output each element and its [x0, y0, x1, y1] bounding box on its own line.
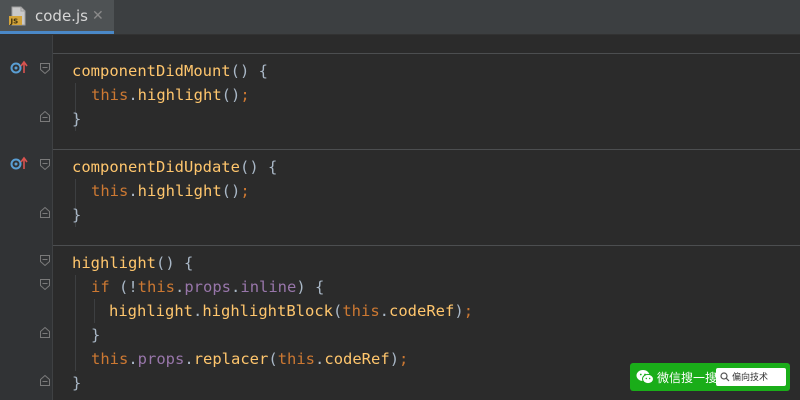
method-separator	[53, 245, 800, 246]
code-token: )	[389, 350, 400, 368]
code-line[interactable]: }	[72, 203, 81, 227]
code-token: highlightBlock	[202, 302, 333, 320]
code-token: }	[91, 326, 101, 344]
code-token: replacer	[193, 350, 269, 368]
code-token: this	[277, 350, 316, 368]
code-token: this	[91, 86, 129, 104]
code-token: }	[72, 374, 82, 392]
watermark-label: 微信搜一搜	[657, 371, 718, 385]
code-token: () {	[156, 254, 194, 272]
fold-collapse-icon[interactable]	[40, 159, 50, 170]
code-line[interactable]: componentDidMount() {	[72, 59, 268, 83]
code-token: this	[342, 302, 380, 320]
code-token: ()	[221, 86, 241, 104]
code-token: ;	[240, 182, 250, 200]
code-token: highlight	[137, 182, 222, 200]
code-token: this	[91, 350, 129, 368]
svg-text:JS: JS	[10, 18, 19, 26]
code-line[interactable]: }	[91, 323, 100, 347]
code-token: inline	[240, 278, 297, 296]
fold-end-icon[interactable]	[40, 375, 50, 386]
code-line[interactable]: this.highlight();	[91, 83, 250, 107]
code-token: )	[454, 302, 464, 320]
code-token: componentDidMount	[72, 62, 231, 80]
code-line[interactable]: highlight.highlightBlock(this.codeRef);	[109, 299, 473, 323]
code-token: (	[268, 350, 278, 368]
code-token: ()	[221, 182, 241, 200]
override-method-icon[interactable]	[10, 60, 30, 74]
code-token: codeRef	[389, 302, 455, 320]
wechat-logo-icon	[636, 370, 654, 385]
code-token: highlight	[137, 86, 222, 104]
code-token: props	[184, 278, 232, 296]
indent-guide	[94, 299, 95, 323]
fold-collapse-icon[interactable]	[40, 63, 50, 74]
tab-code-js[interactable]: JS code.js ✕	[0, 0, 114, 34]
fold-end-icon[interactable]	[40, 327, 50, 338]
code-token: .	[184, 350, 194, 368]
code-token: .	[128, 350, 138, 368]
code-token: .	[379, 302, 390, 320]
code-token: this	[137, 278, 175, 296]
code-line[interactable]: }	[72, 107, 81, 131]
code-token: () {	[239, 158, 278, 176]
code-token: }	[72, 206, 82, 224]
close-tab-icon[interactable]: ✕	[92, 8, 104, 24]
code-line[interactable]: componentDidUpdate() {	[72, 155, 277, 179]
code-token: .	[128, 182, 138, 200]
tab-bar: JS code.js ✕	[0, 0, 800, 35]
override-method-icon[interactable]	[10, 156, 30, 170]
fold-collapse-icon[interactable]	[40, 279, 50, 290]
code-token: (	[333, 302, 343, 320]
code-token: if	[91, 278, 110, 296]
code-token: componentDidUpdate	[72, 158, 240, 176]
code-token: ) {	[296, 278, 325, 296]
editor-window: JS code.js ✕ componentDidMount() {this.…	[0, 0, 800, 400]
code-token: () {	[230, 62, 268, 80]
code-token: }	[72, 110, 82, 128]
indent-guide	[75, 275, 76, 371]
code-token: codeRef	[324, 350, 390, 368]
wechat-search-watermark: 微信搜一搜 偏向技术	[630, 363, 790, 391]
code-token: .	[193, 302, 203, 320]
watermark-search-text: 偏向技术	[732, 373, 769, 383]
code-token: ;	[463, 302, 474, 320]
code-token: .	[315, 350, 325, 368]
code-line[interactable]: if (!this.props.inline) {	[91, 275, 324, 299]
code-line[interactable]: }	[72, 371, 81, 395]
watermark-search-box: 偏向技术	[716, 368, 786, 386]
javascript-file-icon: JS	[9, 6, 26, 26]
code-token: .	[175, 278, 185, 296]
code-editor[interactable]: componentDidMount() {this.highlight();} c…	[53, 35, 800, 400]
fold-collapse-icon[interactable]	[40, 255, 50, 266]
code-token: ;	[399, 350, 409, 368]
code-line[interactable]: highlight() {	[72, 251, 193, 275]
code-line[interactable]: this.props.replacer(this.codeRef);	[91, 347, 408, 371]
fold-end-icon[interactable]	[40, 207, 50, 218]
code-token: this	[91, 182, 129, 200]
code-token: .	[231, 278, 241, 296]
method-separator	[53, 53, 800, 54]
code-line[interactable]: this.highlight();	[91, 179, 250, 203]
code-token: highlight	[72, 254, 156, 272]
code-token: props	[137, 350, 185, 368]
fold-end-icon[interactable]	[40, 111, 50, 122]
search-icon	[720, 372, 730, 382]
code-token: .	[128, 86, 138, 104]
code-token: ;	[240, 86, 250, 104]
code-token: highlight	[109, 302, 193, 320]
method-separator	[53, 149, 800, 150]
tab-label: code.js	[35, 7, 88, 25]
code-token: (!	[109, 278, 138, 296]
